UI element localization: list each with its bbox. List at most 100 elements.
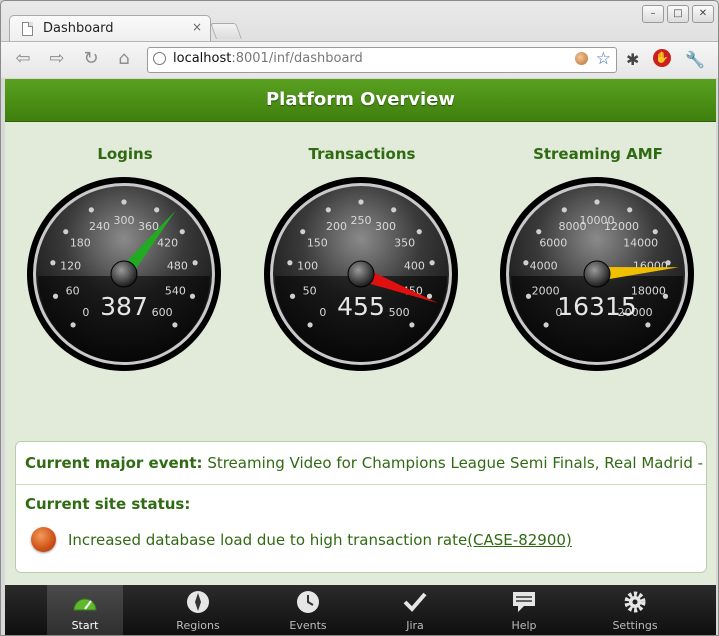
nav-label: Regions — [176, 619, 220, 632]
status-text: Increased database load due to high tran… — [68, 531, 468, 549]
wrench-icon[interactable]: 🔧 — [685, 50, 705, 69]
tab-title: Dashboard — [43, 21, 114, 36]
gauge-tick-dot — [426, 293, 433, 299]
gauge-tick-dot — [287, 260, 293, 266]
speech-bubble-icon — [513, 592, 535, 612]
home-icon[interactable]: ⌂ — [112, 48, 136, 70]
nav-label: Start — [71, 619, 99, 632]
new-tab-button[interactable] — [210, 23, 242, 39]
page-icon — [22, 22, 33, 36]
nav-regions[interactable]: Regions — [160, 585, 236, 635]
gauge-tick-label: 100 — [297, 260, 318, 273]
gauge-tick-label: 500 — [389, 306, 410, 319]
gauge-tick-dot — [645, 322, 651, 328]
gauge-tick-label: 240 — [89, 220, 110, 233]
gauge-tick-label: 400 — [404, 260, 425, 273]
close-tab-icon[interactable]: × — [192, 20, 202, 34]
gauge-tick-label: 480 — [167, 260, 188, 273]
forward-icon[interactable]: ⇨ — [45, 48, 69, 70]
gauge-tick-dot — [63, 229, 69, 235]
gauge-tick-dot — [307, 322, 313, 328]
gauge-tick-label: 2000 — [532, 285, 560, 298]
status-item: Increased database load due to high tran… — [25, 525, 706, 555]
gauge-tick-label: 180 — [70, 236, 91, 249]
major-event-text: Streaming Video for Champions League Sem… — [207, 454, 706, 472]
gauge-tick-label: 150 — [307, 236, 328, 249]
gauge-tick-dot — [300, 229, 306, 235]
gauge-tick-dot — [416, 229, 422, 235]
gauge-tick-dot — [536, 229, 542, 235]
gauge-value: 16315 — [557, 292, 637, 321]
gauge-tick-dot — [409, 322, 415, 328]
back-icon[interactable]: ⇦ — [11, 48, 35, 70]
gauge-tick-label: 300 — [375, 220, 396, 233]
gauge-title-transactions: Transactions — [308, 145, 416, 163]
streaming-amf-gauge: 0200040006000800010000120001400016000180… — [500, 177, 694, 371]
gauge-tick-label: 120 — [60, 260, 81, 273]
case-link[interactable]: (CASE-82900) — [467, 531, 572, 549]
browser-tab[interactable]: Dashboard × — [9, 15, 211, 42]
gauge-tick-dot — [70, 322, 76, 328]
gauge-tick-label: 350 — [394, 236, 415, 249]
page-title: Platform Overview — [5, 79, 716, 122]
gauge-tick-label: 6000 — [539, 236, 567, 249]
gauge-tick-label: 360 — [138, 220, 159, 233]
cookie-icon[interactable] — [575, 52, 588, 65]
gauge-tick-dot — [121, 199, 127, 205]
address-bar[interactable]: localhost:8001/inf/dashboard ☆ — [147, 47, 617, 73]
gauge-tick-dot — [594, 199, 600, 205]
gauge-tick-dot — [523, 260, 529, 266]
major-event-row: Current major event: Streaming Video for… — [16, 442, 706, 485]
status-indicator-icon — [31, 527, 56, 552]
gauge-tick-label: 600 — [152, 306, 173, 319]
nav-settings[interactable]: Settings — [597, 585, 673, 635]
gauge-tick-label: 200 — [326, 220, 347, 233]
checkmark-icon — [403, 592, 427, 612]
gauge-tick-label: 420 — [157, 236, 178, 249]
gauge-tick-dot — [429, 260, 435, 266]
gauge-tick-dot — [543, 322, 549, 328]
close-window-button[interactable]: ✕ — [692, 5, 714, 23]
gauge-icon — [73, 598, 97, 611]
gauge-tick-dot — [52, 293, 59, 299]
gear-icon — [624, 591, 646, 613]
minimize-button[interactable]: – — [642, 5, 664, 23]
gauge-tick-dot — [358, 199, 364, 205]
gauge-tick-label: 12000 — [604, 220, 639, 233]
gauge-tick-label: 50 — [303, 285, 317, 298]
nav-label: Jira — [406, 619, 424, 632]
major-event-label: Current major event: — [25, 454, 203, 472]
gauge-tick-dot — [652, 229, 658, 235]
gauge-value: 387 — [100, 292, 148, 321]
site-status-row: Current site status: Increased database … — [16, 485, 706, 555]
gauge-tick-dot — [192, 260, 198, 266]
gauge-hub — [583, 260, 611, 288]
bug-extension-icon[interactable]: ✱ — [626, 50, 639, 69]
gauge-tick-dot — [391, 207, 397, 213]
gauge-tick-label: 4000 — [530, 260, 558, 273]
gauge-tick-dot — [627, 207, 633, 213]
logins-gauge: 060 120 180 240 300 360 420 480 540 600 387 — [27, 177, 221, 371]
gauge-title-streaming: Streaming AMF — [533, 145, 663, 163]
bookmark-star-icon[interactable]: ☆ — [596, 49, 611, 69]
browser-toolbar: ⇦ ⇨ ↻ ⌂ localhost:8001/inf/dashboard ☆ ✱… — [1, 41, 718, 78]
reload-icon[interactable]: ↻ — [79, 48, 103, 70]
nav-help[interactable]: Help — [486, 585, 562, 635]
nav-jira[interactable]: Jira — [377, 585, 453, 635]
url-text: localhost:8001/inf/dashboard — [173, 51, 363, 66]
gauge-tick-label: 540 — [165, 285, 186, 298]
gauge-hub — [347, 260, 375, 288]
nav-events[interactable]: Events — [270, 585, 346, 635]
compass-icon — [187, 591, 209, 613]
gauge-tick-label: 300 — [114, 214, 135, 227]
gauge-tick-label: 250 — [351, 214, 372, 227]
nav-start[interactable]: Start — [47, 585, 123, 635]
gauge-tick-dot — [189, 293, 196, 299]
gauge-title-logins: Logins — [97, 145, 153, 163]
gauge-tick-dot — [325, 207, 331, 213]
gauge-tick-dot — [88, 207, 94, 213]
adblock-icon[interactable]: ✋ — [653, 49, 671, 67]
browser-window: Dashboard × – □ ✕ ⇦ ⇨ ↻ ⌂ localhost:8001… — [0, 0, 719, 636]
maximize-button[interactable]: □ — [667, 5, 689, 23]
dashboard-page: Platform Overview Logins Transactions St… — [5, 79, 716, 635]
